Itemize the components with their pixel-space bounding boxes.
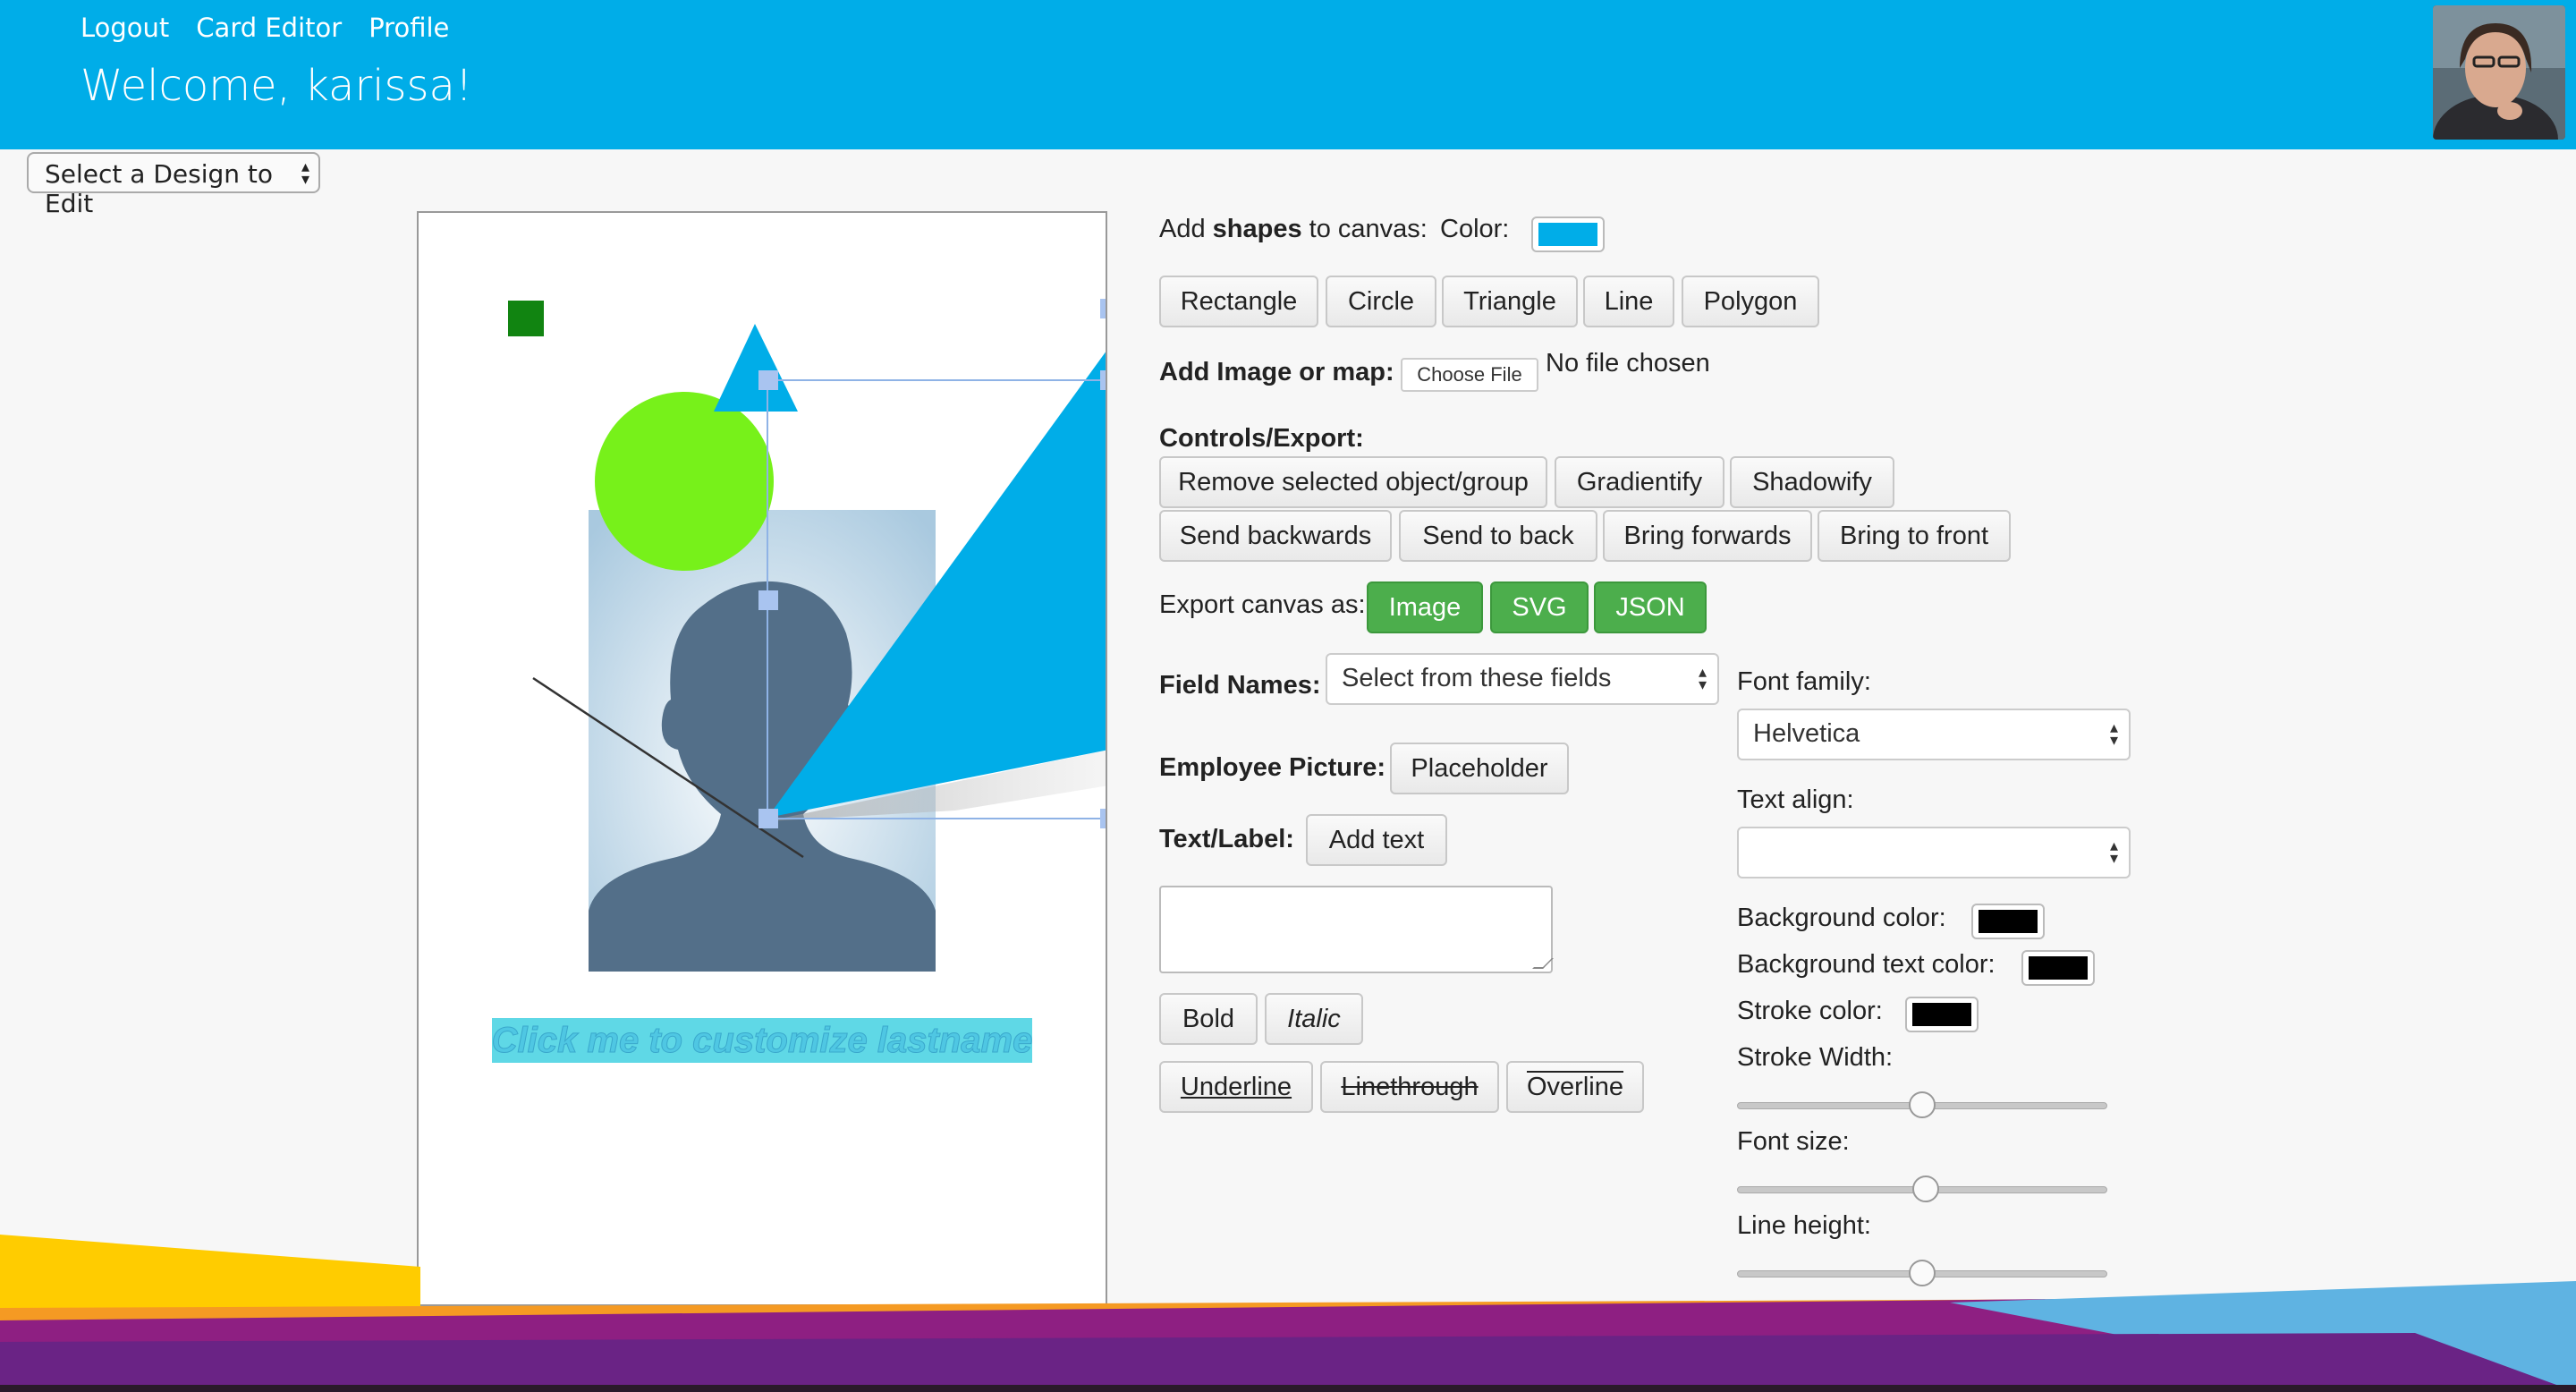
select-arrows-icon: ▴ ▾	[301, 157, 309, 189]
background-text-color-swatch[interactable]	[2021, 950, 2095, 986]
stroke-color-label: Stroke color:	[1737, 997, 1883, 1025]
design-select[interactable]: Select a Design to Edit ▴ ▾	[27, 152, 320, 218]
select-arrows-icon: ▴ ▾	[1698, 663, 1707, 693]
text-align-select[interactable]: ▴ ▾	[1737, 827, 2131, 878]
polygon-button[interactable]: Polygon	[1682, 276, 1819, 327]
add-shapes-label-prefix: Add	[1159, 215, 1213, 243]
field-names-select[interactable]: Select from these fields ▴ ▾	[1326, 653, 1719, 705]
field-names-select-value: Select from these fields	[1342, 664, 1612, 692]
logout-link[interactable]: Logout	[80, 13, 169, 43]
export-json-button[interactable]: JSON	[1594, 581, 1707, 633]
add-shapes-label-suffix: to canvas:	[1301, 215, 1428, 243]
underline-button[interactable]: Underline	[1159, 1061, 1313, 1113]
profile-link[interactable]: Profile	[369, 13, 449, 43]
avatar[interactable]	[2433, 5, 2565, 140]
line-button[interactable]: Line	[1583, 276, 1674, 327]
stroke-color-fill	[1912, 1003, 1971, 1026]
stroke-color-swatch[interactable]	[1905, 997, 1979, 1032]
add-shapes-label: Add shapes to canvas:	[1159, 215, 1428, 244]
text-input-area[interactable]	[1159, 886, 1553, 973]
circle-button[interactable]: Circle	[1326, 276, 1436, 327]
text-label-label: Text/Label:	[1159, 825, 1294, 853]
green-square-shape[interactable]	[508, 301, 544, 336]
choose-file-button[interactable]: Choose File	[1401, 358, 1538, 392]
shape-color-swatch[interactable]	[1531, 216, 1605, 252]
card-editor-link[interactable]: Card Editor	[196, 13, 342, 43]
shadowify-button[interactable]: Shadowify	[1730, 456, 1894, 508]
employee-picture-label: Employee Picture:	[1159, 753, 1386, 782]
bring-forwards-button[interactable]: Bring forwards	[1603, 510, 1812, 562]
no-file-chosen-text: No file chosen	[1546, 349, 1710, 378]
controls-export-label: Controls/Export:	[1159, 424, 1364, 453]
font-family-select[interactable]: Helvetica ▴ ▾	[1737, 709, 2131, 760]
italic-button[interactable]: Italic	[1265, 993, 1363, 1045]
small-triangle-shape[interactable]	[714, 324, 798, 412]
remove-selected-button[interactable]: Remove selected object/group	[1159, 456, 1547, 508]
green-circle-shape[interactable]	[595, 392, 774, 571]
send-to-back-button[interactable]: Send to back	[1399, 510, 1597, 562]
slider-thumb[interactable]	[1909, 1091, 1936, 1118]
slider-thumb[interactable]	[1912, 1176, 1940, 1202]
canvas-text-label[interactable]: Click me to customize lastname	[491, 1021, 1033, 1061]
font-size-label: Font size:	[1737, 1127, 1850, 1156]
stroke-width-slider[interactable]	[1737, 1090, 2107, 1122]
background-color-swatch[interactable]	[1971, 904, 2045, 939]
placeholder-button[interactable]: Placeholder	[1390, 743, 1569, 794]
export-canvas-label: Export canvas as:	[1159, 590, 1366, 619]
background-text-color-label: Background text color:	[1737, 950, 1996, 979]
export-image-button[interactable]: Image	[1367, 581, 1483, 633]
linethrough-button[interactable]: Linethrough	[1320, 1061, 1499, 1113]
stroke-width-label: Stroke Width:	[1737, 1043, 1894, 1072]
rectangle-button[interactable]: Rectangle	[1159, 276, 1318, 327]
background-color-label: Background color:	[1737, 904, 1946, 932]
shape-color-fill	[1538, 223, 1597, 246]
font-family-label: Font family:	[1737, 667, 1871, 696]
top-header: Logout Card Editor Profile Welcome, kari…	[0, 0, 2576, 149]
design-select-value: Select a Design to Edit	[45, 159, 274, 218]
decorative-footer-bands	[0, 1235, 2576, 1392]
text-align-label: Text align:	[1737, 785, 1854, 814]
select-arrows-icon: ▴ ▾	[2109, 836, 2118, 867]
field-names-label: Field Names:	[1159, 671, 1321, 700]
card-canvas[interactable]: Click me to customize lastname	[417, 211, 1107, 1306]
background-text-color-fill	[2029, 956, 2088, 980]
background-color-fill	[1979, 910, 2038, 933]
add-shapes-label-bold: shapes	[1212, 215, 1302, 243]
font-family-select-value: Helvetica	[1753, 719, 1860, 748]
shape-color-label: Color:	[1440, 215, 1510, 243]
add-image-label: Add Image or map:	[1159, 358, 1394, 386]
overline-button[interactable]: Overline	[1506, 1061, 1644, 1113]
select-arrows-icon: ▴ ▾	[2109, 718, 2118, 749]
triangle-button[interactable]: Triangle	[1442, 276, 1578, 327]
send-backwards-button[interactable]: Send backwards	[1159, 510, 1392, 562]
bold-button[interactable]: Bold	[1159, 993, 1258, 1045]
export-svg-button[interactable]: SVG	[1490, 581, 1589, 633]
welcome-heading: Welcome, karissa!	[80, 61, 473, 111]
gradientify-button[interactable]: Gradientify	[1555, 456, 1724, 508]
bring-to-front-button[interactable]: Bring to front	[1818, 510, 2011, 562]
top-nav: Logout Card Editor Profile	[80, 13, 449, 43]
font-size-slider[interactable]	[1737, 1174, 2107, 1206]
add-text-button[interactable]: Add text	[1306, 814, 1447, 866]
